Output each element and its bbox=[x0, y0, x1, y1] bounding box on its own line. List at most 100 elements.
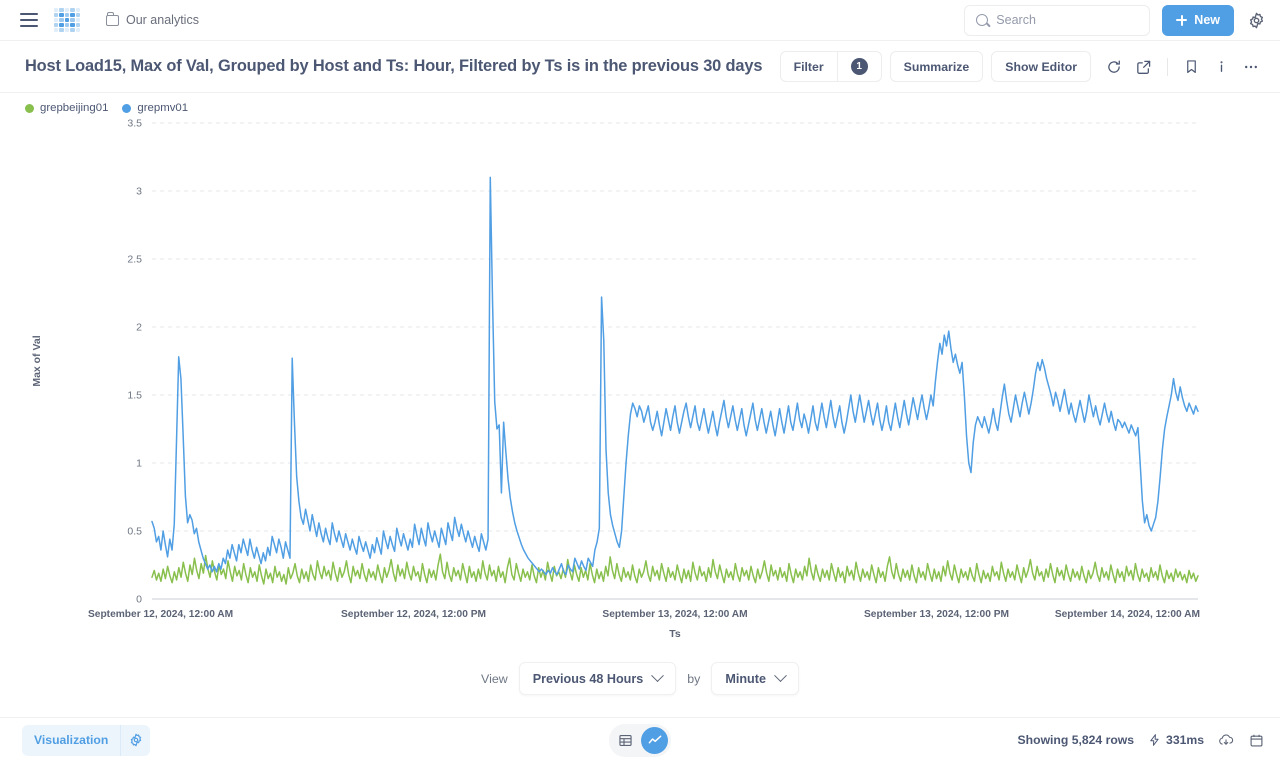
logo-dot bbox=[65, 23, 69, 27]
question-header: Host Load15, Max of Val, Grouped by Host… bbox=[0, 41, 1280, 93]
logo-dot bbox=[65, 13, 69, 17]
visualization-button-group: Visualization bbox=[22, 725, 150, 756]
chart-legend: grepbeijing01 grepmv01 bbox=[0, 93, 1280, 114]
lightning-icon bbox=[1148, 733, 1161, 747]
logo-dot bbox=[76, 18, 80, 22]
legend-item-1[interactable]: grepmv01 bbox=[122, 102, 188, 114]
filter-button[interactable]: Filter bbox=[781, 52, 837, 81]
logo-dot bbox=[59, 28, 63, 32]
y-axis-tick-label: 3 bbox=[136, 186, 142, 198]
logo-dot bbox=[54, 28, 58, 32]
logo-dot bbox=[59, 18, 63, 22]
legend-label: grepmv01 bbox=[137, 102, 188, 114]
time-unit-value: Minute bbox=[725, 672, 766, 686]
legend-label: grepbeijing01 bbox=[40, 102, 108, 114]
y-axis-tick-label: 1 bbox=[136, 458, 142, 470]
y-axis-tick-label: 2.5 bbox=[127, 254, 142, 266]
chevron-down-icon bbox=[774, 669, 787, 682]
visualization-area: grepbeijing01 grepmv01 0 0.5 1 1.5 2 2.5 3 3.5 M… bbox=[0, 93, 1280, 717]
filter-count-segment[interactable]: 1 bbox=[838, 52, 881, 81]
breadcrumb-label: Our analytics bbox=[126, 13, 199, 27]
breadcrumb[interactable]: Our analytics bbox=[106, 13, 199, 27]
search-placeholder: Search bbox=[996, 13, 1036, 27]
by-label: by bbox=[687, 672, 700, 686]
top-nav-actions: Search New bbox=[964, 5, 1266, 36]
legend-item-0[interactable]: grepbeijing01 bbox=[25, 102, 108, 114]
table-view-icon[interactable] bbox=[612, 727, 639, 754]
logo-dot bbox=[70, 23, 74, 27]
logo-dot bbox=[76, 28, 80, 32]
legend-color-swatch bbox=[25, 104, 34, 113]
series-line-grepbeijing01[interactable] bbox=[152, 554, 1198, 584]
line-chart-view-icon[interactable] bbox=[641, 727, 668, 754]
footer-bar: Visualization Showing bbox=[0, 717, 1280, 762]
action-divider bbox=[1167, 58, 1168, 76]
logo-dot bbox=[59, 8, 63, 12]
chart-svg: 0 0.5 1 1.5 2 2.5 3 3.5 Max of Val September 12, … bbox=[0, 114, 1280, 654]
show-editor-button[interactable]: Show Editor bbox=[991, 51, 1091, 82]
info-icon[interactable] bbox=[1206, 52, 1236, 82]
timing-label: 331ms bbox=[1166, 733, 1204, 747]
logo-dot bbox=[65, 18, 69, 22]
line-chart[interactable]: 0 0.5 1 1.5 2 2.5 3 3.5 Max of Val September 12, … bbox=[0, 114, 1280, 662]
logo-dot bbox=[76, 13, 80, 17]
search-icon bbox=[976, 14, 988, 26]
y-axis-tick-label: 3.5 bbox=[127, 118, 142, 130]
metabase-logo[interactable] bbox=[54, 8, 80, 32]
y-axis-tick-label: 0 bbox=[136, 594, 142, 606]
x-axis-tick-label: September 14, 2024, 12:00 AM bbox=[1055, 609, 1200, 620]
logo-dot bbox=[76, 23, 80, 27]
logo-dot bbox=[54, 23, 58, 27]
y-axis-tick-label: 1.5 bbox=[127, 390, 142, 402]
logo-dot bbox=[59, 13, 63, 17]
logo-dot bbox=[54, 8, 58, 12]
top-navigation-bar: Our analytics Search New bbox=[0, 0, 1280, 41]
bookmark-icon[interactable] bbox=[1176, 52, 1206, 82]
logo-dot bbox=[65, 8, 69, 12]
logo-dot bbox=[65, 28, 69, 32]
footer-status: Showing 5,824 rows 331ms bbox=[1018, 733, 1264, 748]
filter-count-badge: 1 bbox=[851, 58, 868, 75]
logo-dot bbox=[70, 28, 74, 32]
more-options-icon[interactable] bbox=[1236, 52, 1266, 82]
plus-icon bbox=[1176, 15, 1187, 26]
logo-dot bbox=[70, 13, 74, 17]
visualization-button[interactable]: Visualization bbox=[22, 725, 120, 756]
download-icon[interactable] bbox=[1218, 733, 1235, 748]
view-type-toggle bbox=[609, 724, 671, 757]
logo-dot bbox=[54, 13, 58, 17]
x-axis-tick-label: September 13, 2024, 12:00 PM bbox=[864, 609, 1009, 620]
refresh-icon[interactable] bbox=[1099, 52, 1129, 82]
calendar-icon[interactable] bbox=[1249, 733, 1264, 748]
share-icon[interactable] bbox=[1129, 52, 1159, 82]
search-input[interactable]: Search bbox=[964, 5, 1150, 36]
view-label: View bbox=[481, 672, 508, 686]
series-line-grepmv01[interactable] bbox=[152, 177, 1198, 574]
logo-dot bbox=[76, 8, 80, 12]
time-range-value: Previous 48 Hours bbox=[533, 672, 644, 686]
logo-dot bbox=[54, 18, 58, 22]
x-axis-tick-label: September 12, 2024, 12:00 PM bbox=[341, 609, 486, 620]
logo-dot bbox=[70, 18, 74, 22]
y-axis-tick-label: 2 bbox=[136, 322, 142, 334]
summarize-button[interactable]: Summarize bbox=[890, 51, 984, 82]
visualization-settings-gear-icon[interactable] bbox=[120, 725, 150, 756]
new-button[interactable]: New bbox=[1162, 5, 1234, 36]
view-controls: View Previous 48 Hours by Minute bbox=[0, 662, 1280, 717]
y-axis-tick-label: 0.5 bbox=[127, 526, 142, 538]
menu-icon[interactable] bbox=[20, 13, 38, 27]
y-axis-title: Max of Val bbox=[31, 335, 43, 386]
logo-dot bbox=[59, 23, 63, 27]
legend-color-swatch bbox=[122, 104, 131, 113]
folder-icon bbox=[106, 15, 119, 26]
new-button-label: New bbox=[1194, 13, 1220, 27]
chevron-down-icon bbox=[651, 669, 664, 682]
settings-gear-icon[interactable] bbox=[1246, 10, 1266, 30]
x-axis-title: Ts bbox=[669, 628, 681, 640]
filter-button-group[interactable]: Filter 1 bbox=[780, 51, 882, 82]
x-axis-tick-label: September 12, 2024, 12:00 AM bbox=[88, 609, 233, 620]
row-count-label: Showing 5,824 rows bbox=[1018, 733, 1135, 747]
time-range-select[interactable]: Previous 48 Hours bbox=[519, 662, 677, 695]
time-unit-select[interactable]: Minute bbox=[711, 662, 799, 695]
question-actions: Filter 1 Summarize Show Editor bbox=[780, 51, 1266, 82]
